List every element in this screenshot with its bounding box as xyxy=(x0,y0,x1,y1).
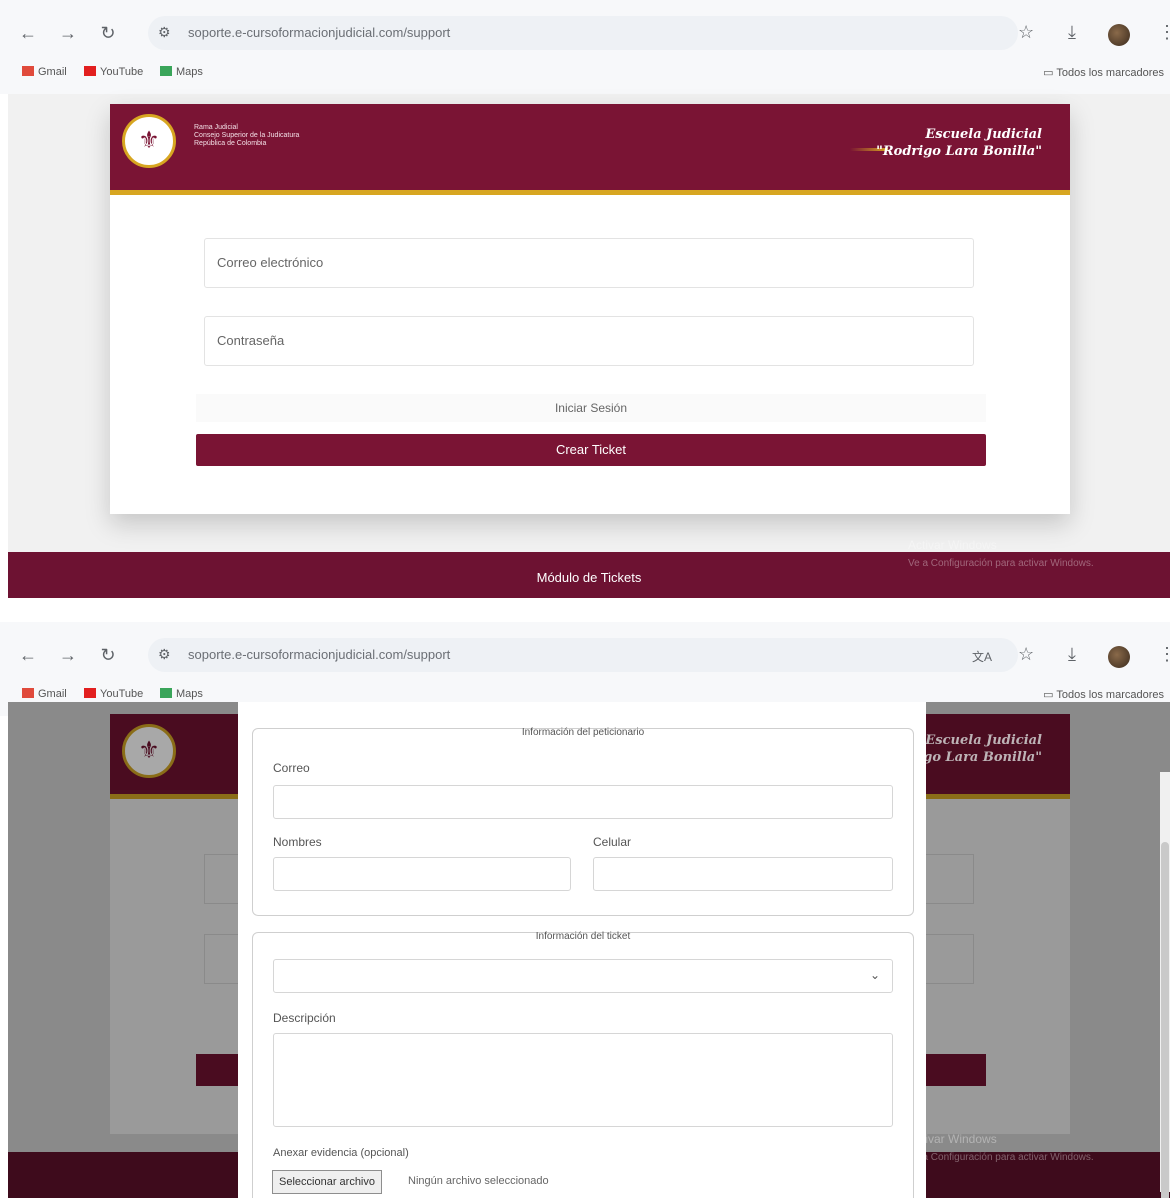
url-text: soporte.e-cursoformacionjudicial.com/sup… xyxy=(188,25,451,40)
screenshot-ticket-modal: ← → ↻ ⚙ soporte.e-cursoformacionjudicial… xyxy=(0,622,1170,1198)
bookmark-maps[interactable]: Maps xyxy=(160,688,203,700)
email-label: Correo xyxy=(273,761,310,775)
colombia-seal-icon: ⚜ xyxy=(122,114,176,168)
browser-toolbar: ← → ↻ ⚙ soporte.e-cursoformacionjudicial… xyxy=(0,632,1170,676)
ticket-fieldset: Información del ticket ⌄ Descripción Ane… xyxy=(252,931,914,1198)
reload-icon[interactable]: ↻ xyxy=(96,21,120,45)
browser-toolbar: ← → ↻ ⚙ soporte.e-cursoformacionjudicial… xyxy=(0,10,1170,54)
description-textarea[interactable] xyxy=(273,1033,893,1127)
menu-icon[interactable]: ⋮ xyxy=(1158,22,1170,43)
maps-icon xyxy=(160,66,172,76)
phone-field[interactable] xyxy=(593,857,893,891)
password-input[interactable]: Contraseña xyxy=(204,316,974,366)
maps-icon xyxy=(160,688,172,698)
create-ticket-modal: Información del peticionario Correo Nomb… xyxy=(238,702,926,1198)
colombia-seal-icon: ⚜ xyxy=(122,724,176,778)
gmail-icon xyxy=(22,688,34,698)
email-field[interactable] xyxy=(273,785,893,819)
download-icon[interactable]: ⤓ xyxy=(1068,644,1076,665)
all-bookmarks[interactable]: ▭ Todos los marcadores xyxy=(1043,688,1164,701)
names-field[interactable] xyxy=(273,857,571,891)
download-icon[interactable]: ⤓ xyxy=(1068,22,1076,43)
school-name: Escuela Judicial "Rodrigo Lara Bonilla" xyxy=(876,127,1042,159)
institution-text: Rama Judicial Consejo Superior de la Jud… xyxy=(194,124,300,147)
translate-icon[interactable]: 文A xyxy=(972,648,992,665)
ticket-type-select[interactable]: ⌄ xyxy=(273,959,893,993)
bookmark-maps[interactable]: Maps xyxy=(160,66,203,78)
footer: Módulo de Tickets Activar Windows Ve a C… xyxy=(8,538,1170,598)
reload-icon[interactable]: ↻ xyxy=(96,643,120,667)
bookmark-gmail[interactable]: Gmail xyxy=(22,66,67,78)
bookmark-youtube[interactable]: YouTube xyxy=(84,66,143,78)
star-icon[interactable]: ☆ xyxy=(1018,644,1034,665)
page-body: ⚜ Rama Judicial Consejo Superior de la J… xyxy=(8,94,1170,598)
bookmark-youtube[interactable]: YouTube xyxy=(84,688,143,700)
profile-avatar[interactable] xyxy=(1108,24,1130,46)
phone-label: Celular xyxy=(593,835,632,849)
requester-legend: Información del peticionario xyxy=(521,727,645,738)
email-input[interactable]: Correo electrónico xyxy=(204,238,974,288)
menu-icon[interactable]: ⋮ xyxy=(1158,644,1170,665)
description-label: Descripción xyxy=(273,1011,336,1025)
site-settings-icon[interactable]: ⚙ xyxy=(158,646,171,663)
bookmark-gmail[interactable]: Gmail xyxy=(22,688,67,700)
header-banner: ⚜ Rama Judicial Consejo Superior de la J… xyxy=(110,104,1070,195)
chevron-down-icon: ⌄ xyxy=(869,968,880,982)
scrollbar-thumb[interactable] xyxy=(1161,842,1169,1198)
browser-chrome: ← → ↻ ⚙ soporte.e-cursoformacionjudicial… xyxy=(0,0,1170,94)
back-icon[interactable]: ← xyxy=(16,643,40,667)
forward-icon[interactable]: → xyxy=(56,21,80,45)
site-settings-icon[interactable]: ⚙ xyxy=(158,24,171,41)
address-bar[interactable]: ⚙ soporte.e-cursoformacionjudicial.com/s… xyxy=(148,16,1018,50)
windows-watermark-sub: Ve a Configuración para activar Windows. xyxy=(908,558,1094,569)
screenshot-login: ← → ↻ ⚙ soporte.e-cursoformacionjudicial… xyxy=(0,0,1170,598)
names-label: Nombres xyxy=(273,835,322,849)
back-icon[interactable]: ← xyxy=(16,21,40,45)
star-icon[interactable]: ☆ xyxy=(1018,22,1034,43)
address-bar[interactable]: ⚙ soporte.e-cursoformacionjudicial.com/s… xyxy=(148,638,1018,672)
create-ticket-button[interactable]: Crear Ticket xyxy=(196,434,986,466)
bookmarks-bar: Gmail YouTube Maps ▭ Todos los marcadore… xyxy=(0,60,1170,86)
all-bookmarks[interactable]: ▭ Todos los marcadores xyxy=(1043,66,1164,79)
gmail-icon xyxy=(22,66,34,76)
youtube-icon xyxy=(84,688,96,698)
ticket-legend: Información del ticket xyxy=(535,931,631,942)
youtube-icon xyxy=(84,66,96,76)
windows-watermark-sub: Ve a Configuración para activar Windows. xyxy=(908,1152,1094,1163)
url-text: soporte.e-cursoformacionjudicial.com/sup… xyxy=(188,647,451,662)
profile-avatar[interactable] xyxy=(1108,646,1130,668)
page-scrollbar[interactable] xyxy=(1160,772,1170,1198)
select-file-button[interactable]: Seleccionar archivo xyxy=(272,1170,382,1194)
file-status: Ningún archivo seleccionado xyxy=(408,1175,549,1187)
forward-icon[interactable]: → xyxy=(56,643,80,667)
login-card: ⚜ Rama Judicial Consejo Superior de la J… xyxy=(110,104,1070,514)
windows-watermark-title: Activar Windows xyxy=(908,538,997,552)
footer-title: Módulo de Tickets xyxy=(536,570,642,585)
attachment-label: Anexar evidencia (opcional) xyxy=(273,1147,409,1159)
login-button[interactable]: Iniciar Sesión xyxy=(196,394,986,422)
school-name: Escuela Judicial rigo Lara Bonilla" xyxy=(911,733,1042,765)
requester-fieldset: Información del peticionario Correo Nomb… xyxy=(252,727,914,916)
